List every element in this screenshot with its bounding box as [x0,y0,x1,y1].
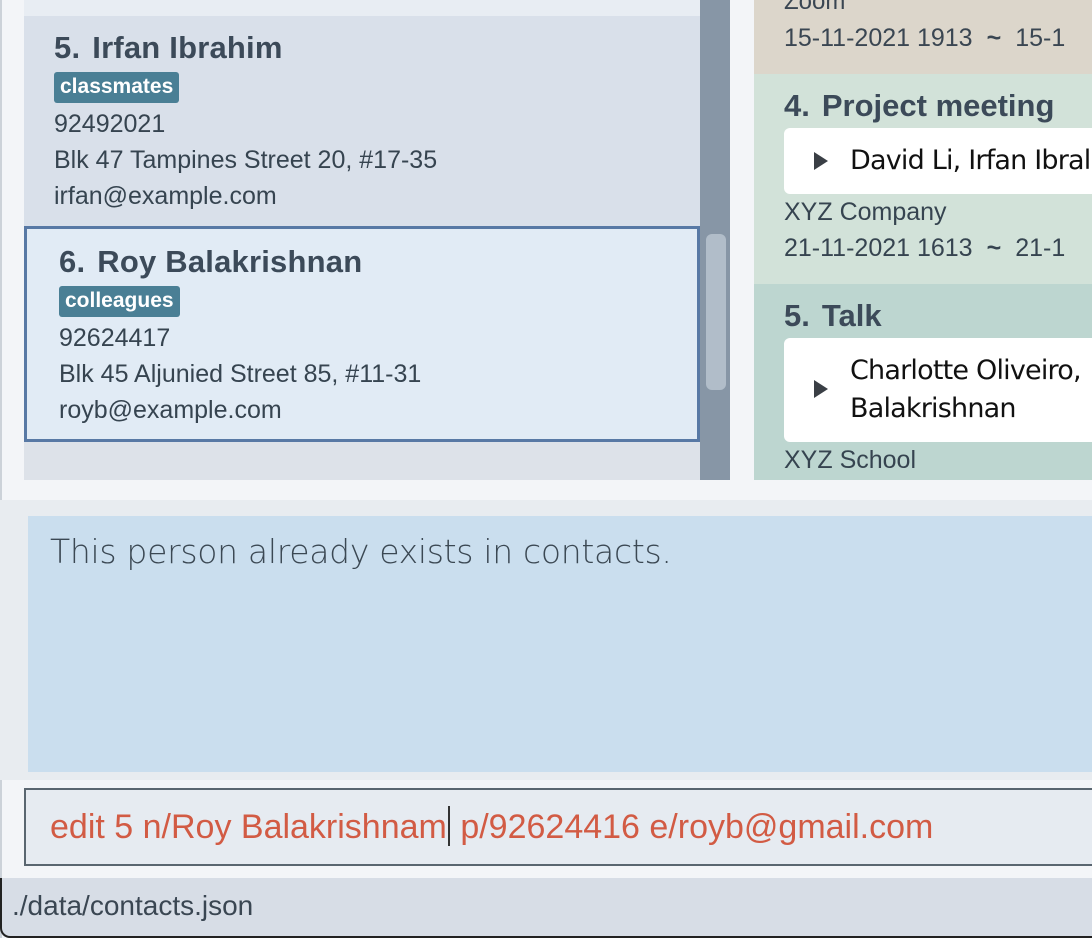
command-text: edit 5 n/Roy Balakrishnam p/92624416 e/r… [50,806,933,847]
attendees-dropdown[interactable]: Charlotte Oliveiro, Balakrishnan [784,338,1092,442]
event-title: 4. Project meeting [784,88,1054,124]
contact-address: Blk 45 Aljunied Street 85, #11-31 [59,360,422,388]
event-index: 4. [784,88,810,123]
contact-name-text: Irfan Ibrahim [92,30,283,65]
expand-arrow-icon[interactable] [814,380,828,398]
attendee-names-line1: Charlotte Oliveiro, [850,355,1082,386]
event-time-separator: ~ [986,234,1002,262]
event-time: 15-11-2021 1913 ~15-1 [784,24,1065,53]
result-display[interactable]: This person already exists in contacts. [28,516,1092,772]
command-text-after-caret: p/92624416 e/royb@gmail.com [450,808,934,846]
event-card[interactable]: Zoom 15-11-2021 1913 ~15-1 [754,0,1092,74]
event-start: 21-11-2021 1613 [784,234,973,262]
attendee-names: David Li, Irfan Ibral [850,145,1091,176]
contact-name: 5. Irfan Ibrahim [54,30,670,66]
contact-phone: 92492021 [54,110,166,138]
attendees-dropdown[interactable]: David Li, Irfan Ibral [784,128,1092,194]
contact-list-panel[interactable]: 5. Irfan Ibrahim classmates 92492021 Blk … [24,0,730,480]
window-edge [0,0,4,938]
event-list-panel[interactable]: Zoom 15-11-2021 1913 ~15-1 4. Project meet… [754,0,1092,480]
event-time: 21-11-2021 1613 ~21-1 [784,234,1065,263]
event-end: 21-1 [1015,234,1066,262]
event-title: 5. Talk [784,298,882,334]
status-bar: ./data/contacts.json [0,878,1092,938]
contact-tag: colleagues [59,286,180,317]
contact-index: 6. [59,244,86,279]
previous-contact-card-edge[interactable] [24,0,700,16]
contact-card-selected[interactable]: 6. Roy Balakrishnan colleagues 92624417 B… [24,226,700,442]
contact-index: 5. [54,30,81,65]
event-title-text: Project meeting [821,88,1055,123]
contact-email: royb@example.com [59,396,282,424]
contact-name: 6. Roy Balakrishnan [59,244,665,280]
event-card[interactable]: 4. Project meeting David Li, Irfan Ibral … [754,74,1092,284]
contact-email: irfan@example.com [54,182,277,210]
contact-card[interactable]: 5. Irfan Ibrahim classmates 92492021 Blk … [24,16,700,226]
contact-phone: 92624417 [59,324,171,352]
expand-arrow-icon[interactable] [814,152,828,170]
contact-tag: classmates [54,72,180,103]
event-end: 15-1 [1015,24,1066,52]
event-card[interactable]: 5. Talk Charlotte Oliveiro, Balakrishnan … [754,284,1092,480]
event-index: 5. [784,298,810,333]
result-message: This person already exists in contacts. [50,532,672,571]
event-place: XYZ School [784,446,917,474]
command-text-before-caret: edit 5 n/Roy Balakrishnam [50,808,447,846]
event-place: Zoom [784,0,846,15]
event-title-text: Talk [821,298,882,333]
contact-name-text: Roy Balakrishnan [97,244,363,279]
command-input[interactable]: edit 5 n/Roy Balakrishnam p/92624416 e/r… [24,788,1092,866]
contact-list-scroll-thumb[interactable] [706,234,726,390]
text-caret [447,806,450,846]
event-start: 15-11-2021 1913 [784,24,973,52]
event-place: XYZ Company [784,198,947,226]
event-time-separator: ~ [986,24,1002,52]
app-window: 5. Irfan Ibrahim classmates 92492021 Blk … [0,0,1092,938]
contact-address: Blk 47 Tampines Street 20, #17-35 [54,146,438,174]
attendee-names-line2: Balakrishnan [850,393,1017,424]
save-file-path: ./data/contacts.json [12,890,254,921]
